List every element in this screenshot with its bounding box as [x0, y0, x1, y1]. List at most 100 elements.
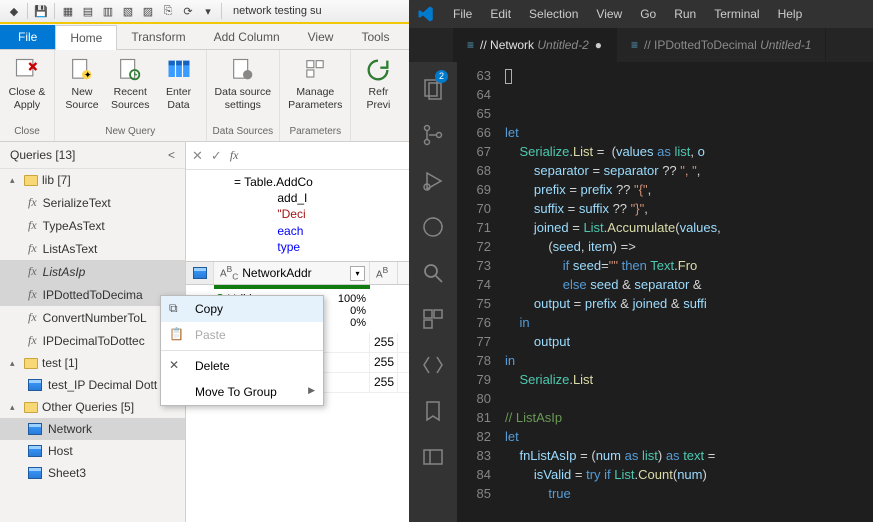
collapse-pane-icon[interactable]: < [168, 148, 175, 162]
fx-icon: fx [28, 264, 37, 279]
enter-data-button[interactable]: Enter Data [158, 54, 200, 113]
tab-add-column[interactable]: Add Column [200, 25, 294, 49]
menu-run[interactable]: Run [666, 3, 704, 25]
query-test-ip[interactable]: test_IP Decimal Dott [0, 374, 185, 396]
tab-tools[interactable]: Tools [347, 25, 403, 49]
code-editor[interactable]: 63646566let67 Serialize.List = (values a… [457, 62, 873, 522]
tab-file[interactable]: File [0, 25, 55, 49]
fx-icon: fx [28, 333, 37, 348]
qat-btn-7[interactable]: ⟳ [179, 2, 197, 20]
manage-parameters-button[interactable]: Manage Parameters [286, 54, 344, 113]
menu-view[interactable]: View [588, 3, 630, 25]
folder-test[interactable]: ▴test [1] [0, 352, 185, 374]
app-icon: ◆ [5, 2, 23, 20]
cancel-icon[interactable]: ✕ [192, 148, 203, 164]
search-icon[interactable] [409, 252, 457, 294]
save-icon[interactable]: 💾 [32, 2, 50, 20]
query-sheet3[interactable]: Sheet3 [0, 462, 185, 484]
query-host[interactable]: Host [0, 440, 185, 462]
sidebar-toggle-icon[interactable] [409, 436, 457, 478]
ribbon: Close & Apply Close ✦New Source Recent S… [0, 50, 409, 142]
qat-btn-5[interactable]: ▨ [139, 2, 157, 20]
qat-btn-1[interactable]: ▦ [59, 2, 77, 20]
activity-bar: 2 [409, 62, 457, 522]
query-listastext[interactable]: fxListAsText [0, 237, 185, 260]
menu-terminal[interactable]: Terminal [706, 3, 767, 25]
ctx-copy[interactable]: ⧉Copy [161, 296, 323, 322]
context-menu: ⧉Copy 📋Paste ✕Delete Move To Group▶ [160, 295, 324, 406]
qat-btn-6[interactable]: ⎘ [159, 2, 177, 20]
table-icon [28, 445, 42, 457]
tab-view[interactable]: View [294, 25, 348, 49]
query-listasip[interactable]: fxListAsIp [0, 260, 185, 283]
menu-file[interactable]: File [445, 3, 480, 25]
queries-pane: Queries [13] < ▴lib [7] fxSerializeText … [0, 142, 186, 522]
menu-help[interactable]: Help [770, 3, 811, 25]
close-apply-button[interactable]: Close & Apply [6, 54, 48, 113]
bookmark-icon[interactable] [409, 390, 457, 432]
window-title: network testing su [233, 5, 322, 17]
table-icon [28, 467, 42, 479]
copy-icon: ⧉ [169, 301, 178, 316]
data-source-settings-button[interactable]: Data source settings [213, 54, 274, 113]
column-next[interactable]: AB [370, 262, 398, 284]
fx-label-icon: fx [230, 148, 239, 163]
folder-icon [24, 175, 38, 186]
refresh-preview-button[interactable]: Refr Previ [357, 54, 399, 113]
timeline-icon[interactable] [409, 206, 457, 248]
column-filter-icon[interactable]: ▾ [350, 266, 365, 281]
query-ipdecimaltodotted[interactable]: fxIPDecimalToDottec [0, 329, 185, 352]
qat-btn-2[interactable]: ▤ [79, 2, 97, 20]
table-icon [28, 423, 42, 435]
query-network[interactable]: Network [0, 418, 185, 440]
submenu-arrow-icon: ▶ [308, 385, 315, 396]
query-convertnumber[interactable]: fxConvertNumberToL [0, 306, 185, 329]
table-menu-button[interactable] [186, 262, 214, 284]
folder-icon [24, 358, 38, 369]
extensions-icon[interactable] [409, 298, 457, 340]
group-newquery-label: New Query [61, 124, 200, 137]
fx-icon: fx [28, 310, 37, 325]
formula-text[interactable]: = Table.AddCo add_I "Deci each type [186, 170, 409, 261]
explorer-icon[interactable]: 2 [409, 68, 457, 110]
new-source-button[interactable]: ✦New Source [61, 54, 103, 113]
fx-icon: fx [28, 195, 37, 210]
editor-tabs: ≡ // Network Untitled-2 ● ≡ // IPDottedT… [409, 28, 873, 62]
query-ipdottedtodecimal[interactable]: fxIPDottedToDecima [0, 283, 185, 306]
file-icon: ≡ [467, 38, 474, 52]
qat-btn-4[interactable]: ▧ [119, 2, 137, 20]
vscode-logo-icon [417, 5, 435, 23]
ribbon-tabs: File Home Transform Add Column View Tool… [0, 24, 409, 50]
commit-icon[interactable]: ✓ [211, 148, 222, 164]
ctx-delete[interactable]: ✕Delete [161, 353, 323, 379]
menu-go[interactable]: Go [632, 3, 664, 25]
ctx-move-to-group[interactable]: Move To Group▶ [161, 379, 323, 405]
group-ds-label: Data Sources [213, 124, 274, 137]
menu-selection[interactable]: Selection [521, 3, 586, 25]
delete-icon: ✕ [169, 358, 179, 372]
remote-icon[interactable] [409, 344, 457, 386]
paste-icon: 📋 [169, 327, 184, 341]
column-networkaddr[interactable]: ABC NetworkAddr ▾ [214, 262, 370, 284]
tab-home[interactable]: Home [55, 25, 117, 50]
qat-btn-8[interactable]: ▾ [199, 2, 217, 20]
tab-transform[interactable]: Transform [117, 25, 199, 49]
quick-access-toolbar: ◆ 💾 ▦ ▤ ▥ ▧ ▨ ⎘ ⟳ ▾ network testing su [0, 0, 409, 24]
folder-icon [24, 402, 38, 413]
menu-edit[interactable]: Edit [482, 3, 519, 25]
formula-bar: ✕ ✓ fx [186, 142, 409, 170]
query-typeastext[interactable]: fxTypeAsText [0, 214, 185, 237]
folder-other[interactable]: ▴Other Queries [5] [0, 396, 185, 418]
qat-btn-3[interactable]: ▥ [99, 2, 117, 20]
table-icon [28, 379, 42, 391]
fx-icon: fx [28, 241, 37, 256]
tab-ipdotted[interactable]: ≡ // IPDottedToDecimal Untitled-1 [617, 28, 826, 62]
folder-lib[interactable]: ▴lib [7] [0, 169, 185, 191]
tab-network[interactable]: ≡ // Network Untitled-2 ● [453, 28, 617, 62]
query-serializetext[interactable]: fxSerializeText [0, 191, 185, 214]
recent-sources-button[interactable]: Recent Sources [109, 54, 152, 113]
source-control-icon[interactable] [409, 114, 457, 156]
file-icon: ≡ [631, 38, 638, 52]
badge: 2 [435, 70, 448, 83]
run-debug-icon[interactable] [409, 160, 457, 202]
